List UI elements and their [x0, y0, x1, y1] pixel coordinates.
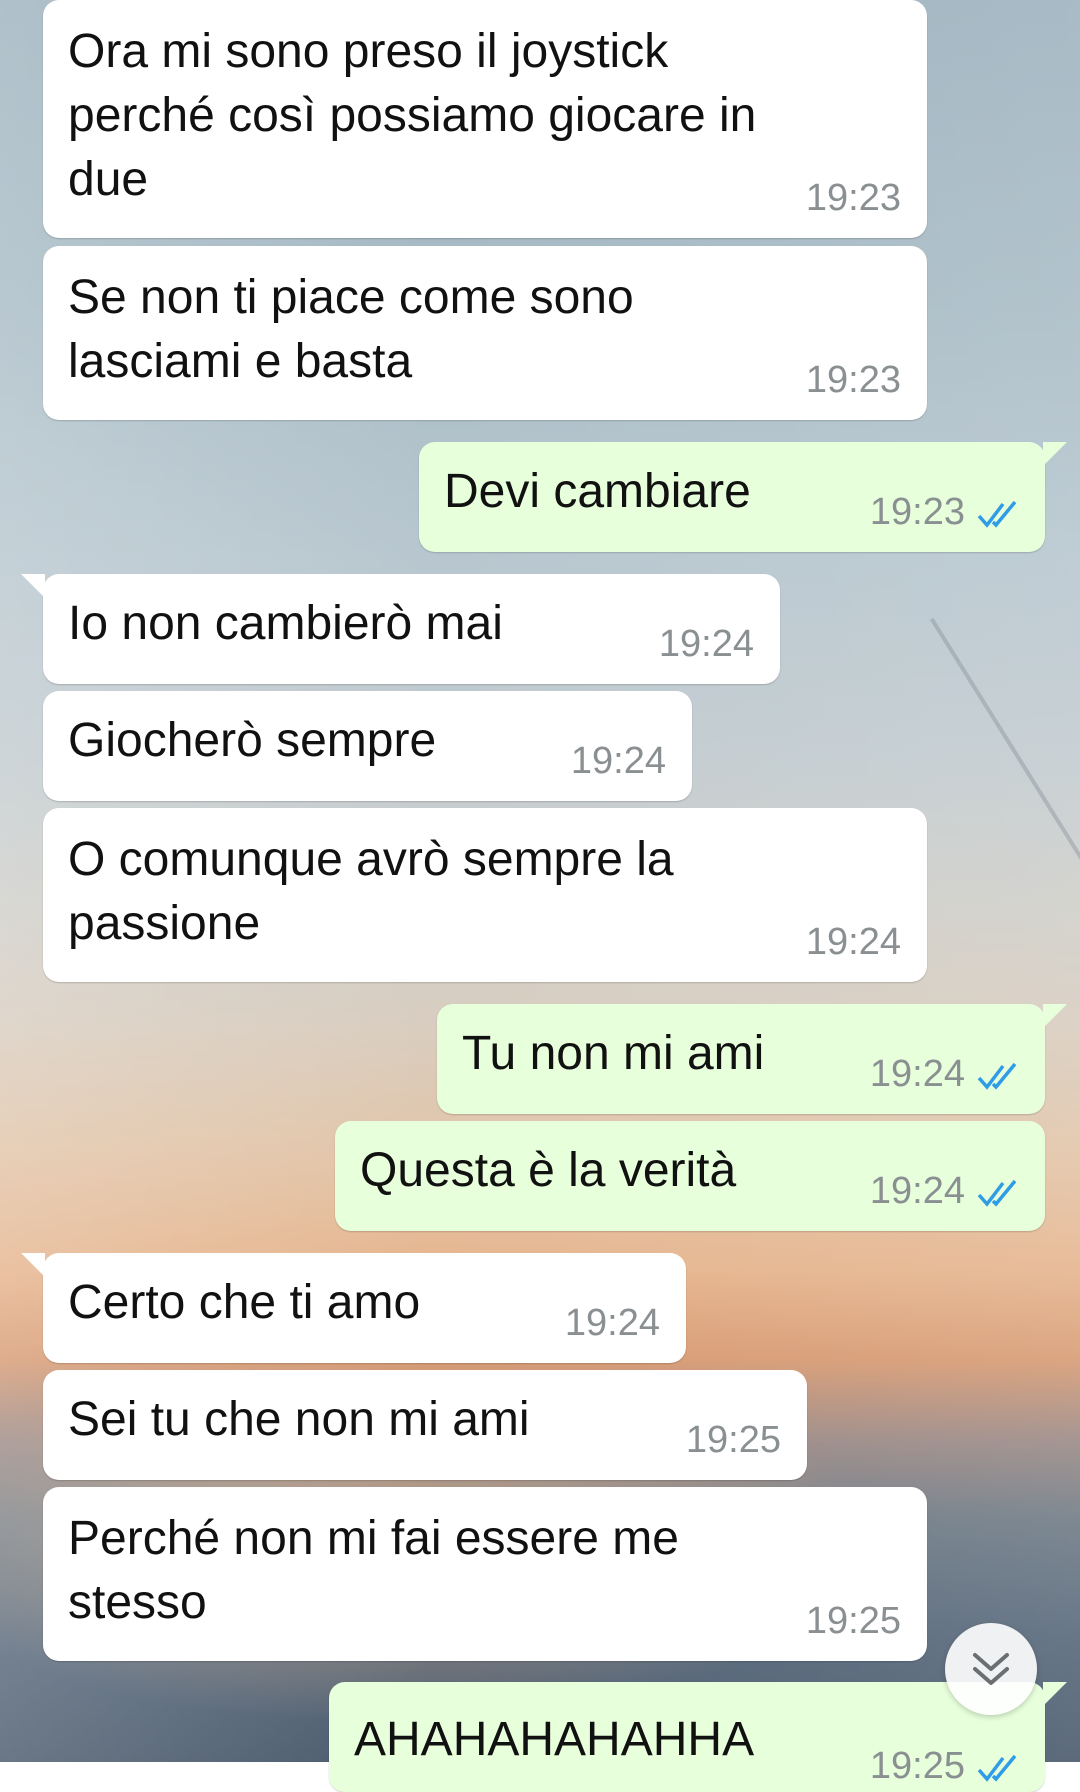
- message-time: 19:25: [685, 1419, 781, 1461]
- incoming-message[interactable]: Giocherò sempre 19:24: [43, 691, 692, 801]
- outgoing-message[interactable]: Devi cambiare 19:23: [419, 442, 1067, 552]
- message-text: Io non cambierò mai: [68, 597, 503, 650]
- message-time: 19:25: [805, 1600, 901, 1642]
- message-text: AHAHAHAHAHHA: [354, 1713, 755, 1766]
- message-time: 19:23: [869, 491, 965, 533]
- incoming-message[interactable]: Sei tu che non mi ami 19:25: [43, 1370, 807, 1480]
- read-receipt-icon: [977, 500, 1017, 528]
- incoming-message[interactable]: Certo che ti amo 19:24: [21, 1253, 686, 1363]
- message-time: 19:25: [869, 1745, 965, 1787]
- message-text: Sei tu che non mi ami: [68, 1393, 530, 1446]
- read-receipt-icon: [977, 1179, 1017, 1207]
- outgoing-message[interactable]: Tu non mi ami 19:24: [437, 1004, 1067, 1114]
- bubble-tail: [21, 574, 45, 598]
- message-text: O comunque avrò sempre la passione: [68, 833, 674, 950]
- message-time: 19:24: [658, 623, 754, 665]
- bubble-tail: [1043, 1682, 1067, 1706]
- scroll-to-bottom-button[interactable]: [945, 1623, 1037, 1715]
- read-receipt-icon: [977, 1062, 1017, 1090]
- message-text: Devi cambiare: [444, 465, 751, 518]
- message-time: 19:23: [805, 177, 901, 219]
- outgoing-message[interactable]: AHAHAHAHAHHA 19:25: [329, 1682, 1067, 1792]
- bubble-tail: [1043, 1004, 1067, 1028]
- message-time: 19:24: [570, 740, 666, 782]
- incoming-message[interactable]: O comunque avrò sempre la passione 19:24: [43, 808, 927, 982]
- message-text: Ora mi sono preso il joystick perché cos…: [68, 25, 757, 206]
- incoming-message[interactable]: Io non cambierò mai 19:24: [21, 574, 780, 684]
- message-time: 19:24: [805, 921, 901, 963]
- message-text: Se non ti piace come sono lasciami e bas…: [68, 271, 634, 388]
- bubble-tail: [1043, 442, 1067, 466]
- message-text: Giocherò sempre: [68, 714, 437, 767]
- message-list[interactable]: Ora mi sono preso il joystick perché cos…: [0, 0, 1080, 1792]
- double-chevron-down-icon: [973, 1653, 1009, 1685]
- message-time: 19:24: [869, 1170, 965, 1212]
- read-receipt-icon: [977, 1754, 1017, 1782]
- message-text: Certo che ti amo: [68, 1276, 421, 1329]
- message-time: 19:24: [869, 1053, 965, 1095]
- incoming-message[interactable]: Ora mi sono preso il joystick perché cos…: [43, 0, 927, 238]
- message-text: Tu non mi ami: [462, 1027, 765, 1080]
- incoming-message[interactable]: Se non ti piace come sono lasciami e bas…: [43, 246, 927, 420]
- message-time: 19:24: [564, 1302, 660, 1344]
- message-text: Perché non mi fai essere me stesso: [68, 1512, 679, 1629]
- message-text: Questa è la verità: [360, 1144, 737, 1197]
- message-time: 19:23: [805, 359, 901, 401]
- incoming-message[interactable]: Perché non mi fai essere me stesso 19:25: [43, 1487, 927, 1661]
- outgoing-message[interactable]: Questa è la verità 19:24: [335, 1121, 1045, 1231]
- bubble-tail: [21, 1253, 45, 1277]
